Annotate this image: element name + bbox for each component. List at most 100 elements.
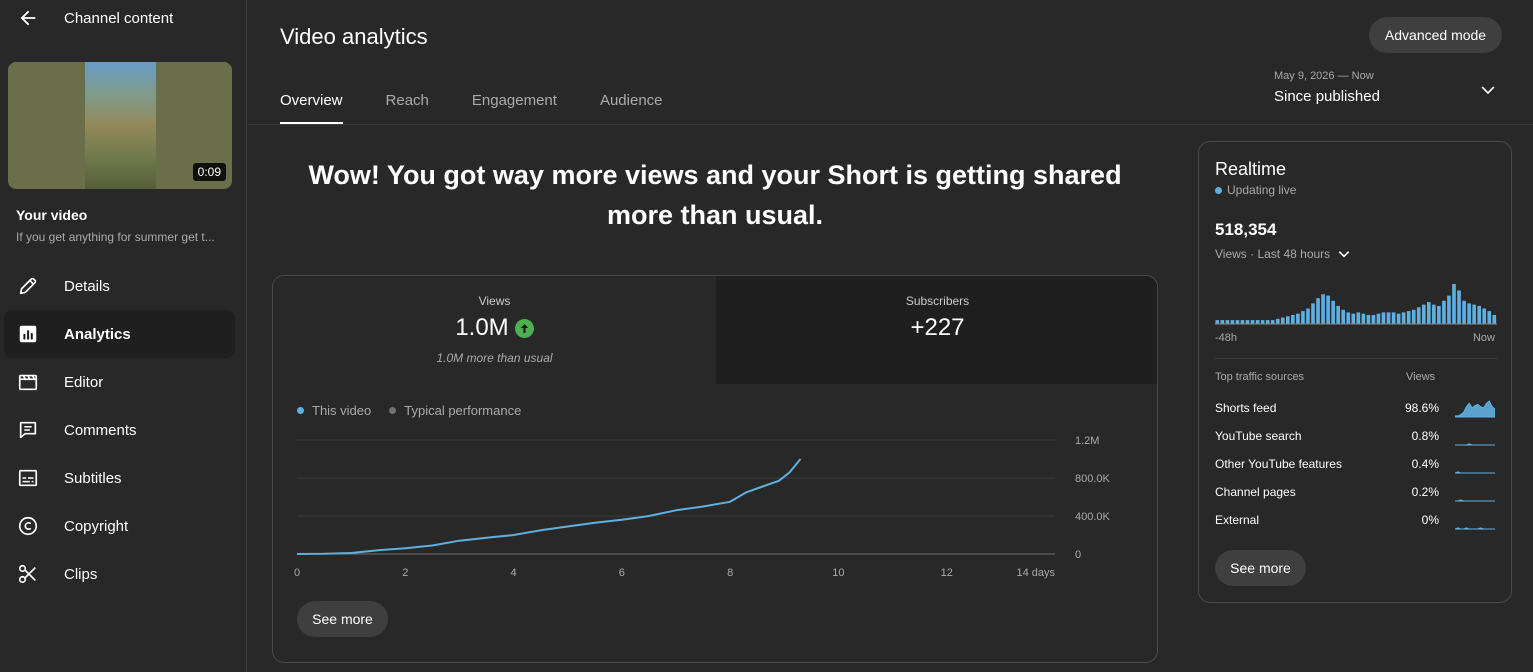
video-thumbnail[interactable]: 0:09	[8, 62, 232, 189]
realtime-period-selector[interactable]: Views · Last 48 hours	[1215, 246, 1352, 262]
pencil-icon	[16, 274, 40, 298]
y-tick-label: 0	[1075, 549, 1081, 561]
realtime-bar	[1366, 314, 1371, 324]
header-divider	[248, 124, 1533, 125]
traffic-row: Channel pages 0.2%	[1215, 483, 1497, 503]
realtime-bar	[1220, 320, 1225, 324]
subtitles-icon	[16, 466, 40, 490]
sidebar-item-label: Copyright	[64, 517, 129, 535]
x-tick-label: 12	[941, 567, 953, 579]
live-dot	[1215, 186, 1222, 194]
clapperboard-icon	[16, 370, 40, 394]
realtime-bar	[1406, 311, 1411, 324]
sparkline-area	[1455, 471, 1495, 474]
see-more-button[interactable]: See more	[297, 601, 388, 637]
traffic-row: Shorts feed 98.6%	[1215, 399, 1497, 419]
realtime-bar	[1391, 312, 1396, 324]
chevron-down-icon	[1338, 251, 1350, 258]
realtime-card: Realtime Updating live 518,354 Views · L…	[1198, 141, 1512, 603]
tab-reach[interactable]: Reach	[386, 86, 429, 124]
realtime-bar	[1230, 320, 1235, 324]
analytics-icon	[16, 322, 40, 346]
traffic-sources-header: Top traffic sources Views	[1215, 371, 1497, 383]
sidebar-item-subtitles[interactable]: Subtitles	[4, 454, 235, 502]
tab-overview[interactable]: Overview	[280, 86, 343, 124]
realtime-bar	[1452, 284, 1456, 324]
sidebar-nav: Details Analytics Editor Comments Subtit…	[4, 262, 235, 598]
live-label: Updating live	[1227, 183, 1297, 197]
x-tick-label: 8	[727, 567, 733, 579]
legend-dot	[389, 407, 397, 414]
realtime-bar	[1291, 314, 1295, 324]
realtime-bar	[1240, 320, 1245, 324]
sidebar-item-comments[interactable]: Comments	[4, 406, 235, 454]
realtime-bar	[1381, 312, 1386, 324]
sidebar-item-copyright[interactable]: Copyright	[4, 502, 235, 550]
x-tick-label: 6	[619, 567, 625, 579]
realtime-bar	[1492, 314, 1497, 324]
sidebar-item-details[interactable]: Details	[4, 262, 235, 310]
back-button[interactable]	[12, 0, 44, 36]
realtime-bar	[1326, 295, 1330, 324]
realtime-bar	[1301, 311, 1305, 324]
realtime-bar	[1457, 290, 1461, 324]
thumbnail-image	[85, 62, 156, 189]
traffic-views-header: Views	[1406, 371, 1436, 383]
x-tick-label: 14 days	[1016, 567, 1055, 579]
realtime-bar	[1396, 313, 1401, 324]
advanced-mode-button[interactable]: Advanced mode	[1369, 17, 1502, 53]
views-value: 1.0M	[455, 314, 509, 341]
realtime-bar	[1341, 309, 1346, 324]
realtime-bar	[1376, 313, 1381, 324]
realtime-bar	[1346, 312, 1351, 324]
comment-icon	[16, 418, 40, 442]
traffic-sparkline	[1455, 527, 1495, 530]
series-line-this-video	[296, 458, 802, 555]
sidebar-item-analytics[interactable]: Analytics	[4, 310, 235, 358]
sidebar-item-editor[interactable]: Editor	[4, 358, 235, 406]
traffic-header-label: Top traffic sources	[1215, 371, 1305, 383]
views-metric-tab[interactable]: Views 1.0M 1.0M more than usual	[273, 276, 716, 384]
metric-value-row: 1.0M	[273, 314, 716, 342]
video-duration: 0:09	[192, 163, 226, 181]
tab-engagement[interactable]: Engagement	[472, 86, 557, 124]
arrow-back-icon	[20, 10, 36, 26]
sidebar: Channel content 0:09 Your video If you g…	[0, 0, 247, 672]
traffic-source-pct: 0.4%	[1411, 457, 1439, 471]
x-tick-label: 4	[511, 567, 517, 579]
realtime-see-more-button[interactable]: See more	[1215, 550, 1306, 586]
legend-label: This video	[312, 403, 372, 418]
views-chart: 1.2M 800.0K 400.0K 0 0 2 4 6 8 10 12 14 days	[294, 435, 1111, 579]
legend-label: Typical performance	[404, 403, 522, 418]
realtime-bar-chart	[1215, 284, 1497, 325]
sidebar-item-label: Editor	[64, 373, 104, 391]
realtime-bar	[1371, 314, 1376, 324]
tab-audience[interactable]: Audience	[600, 86, 663, 124]
your-video-label: Your video	[16, 207, 88, 223]
y-tick-label: 400.0K	[1075, 511, 1111, 523]
subscribers-metric-tab[interactable]: Subscribers +227	[716, 276, 1157, 384]
traffic-source-pct: 0%	[1421, 513, 1439, 527]
sidebar-item-clips[interactable]: Clips	[4, 550, 235, 598]
realtime-title: Realtime	[1215, 159, 1287, 179]
realtime-bar	[1447, 295, 1451, 324]
y-tick-label: 1.2M	[1075, 435, 1099, 447]
realtime-bar	[1275, 318, 1280, 324]
insight-headline: Wow! You got way more views and your Sho…	[308, 160, 1122, 230]
date-range-selector[interactable]: May 9, 2026 — Now Since published	[1274, 70, 1504, 110]
realtime-bar	[1467, 303, 1471, 324]
sidebar-item-label: Details	[64, 277, 110, 295]
x-tick-label: 2	[402, 567, 408, 579]
legend-typical: Typical performance	[389, 403, 521, 418]
realtime-views-total: 518,354	[1215, 220, 1277, 239]
live-indicator: Updating live	[1215, 183, 1296, 197]
channel-content-title: Channel content	[64, 10, 174, 27]
arrow-up-icon	[514, 318, 534, 338]
x-tick-label: 0	[294, 567, 300, 579]
sparkline-area	[1455, 527, 1495, 530]
sidebar-item-label: Analytics	[64, 325, 131, 343]
views-note: 1.0M more than usual	[436, 351, 553, 365]
overview-card: Views 1.0M 1.0M more than usual Subscrib…	[272, 275, 1158, 663]
realtime-bar	[1296, 313, 1300, 324]
copyright-icon	[16, 514, 40, 538]
